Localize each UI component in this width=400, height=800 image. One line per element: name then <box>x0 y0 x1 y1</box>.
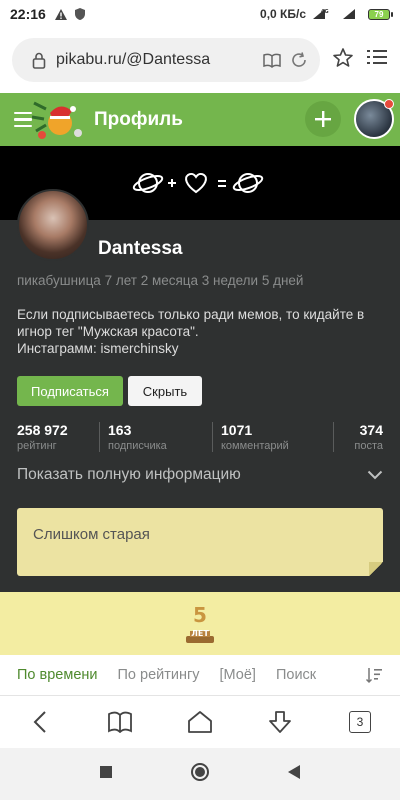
status-time: 22:16 <box>10 6 46 22</box>
browser-toolbar: pikabu.ru/@Dantessa <box>0 28 400 92</box>
home-icon[interactable] <box>180 702 220 742</box>
holiday-logo-icon[interactable] <box>31 95 88 150</box>
stat-value: 258 972 <box>17 422 68 438</box>
stat-value: 163 <box>108 422 132 438</box>
subscribe-button[interactable]: Подписаться <box>17 376 123 406</box>
add-post-button[interactable] <box>305 101 341 137</box>
tabs-button[interactable]: 3 <box>340 702 380 742</box>
stat-label: подписчика <box>108 440 167 452</box>
bio-instagram: Инстаграмм: ismerchinsky <box>17 341 179 356</box>
stat-rating: 258 972 рейтинг <box>17 422 99 452</box>
award-number: 5 <box>193 603 207 627</box>
bookmarks-icon[interactable] <box>100 702 140 742</box>
battery-indicator: 79 <box>368 8 393 20</box>
stat-label: комментарий <box>221 440 289 452</box>
bio-text: Если подписываетесь только ради мемов, т… <box>17 307 365 339</box>
sort-tabs: По времени По рейтингу [Моё] Поиск <box>0 655 400 695</box>
note-text: Слишком старая <box>33 526 150 543</box>
chevron-down-icon <box>367 470 383 480</box>
url-text[interactable]: pikabu.ru/@Dantessa <box>56 51 254 69</box>
profile-bio: Если подписываетесь только ради мемов, т… <box>17 306 382 357</box>
tab-search[interactable]: Поиск <box>276 667 316 683</box>
stat-subscribers[interactable]: 163 подписчика <box>99 422 212 452</box>
plus-icon <box>315 111 331 127</box>
warning-icon <box>54 8 68 21</box>
reader-mode-icon[interactable] <box>262 52 282 68</box>
lock-icon[interactable] <box>32 52 46 69</box>
page-title: Профиль <box>94 108 183 130</box>
stat-posts[interactable]: 374 поста <box>333 422 383 452</box>
status-bar: 22:16 0,0 КБ/с 4G 79 <box>0 0 400 28</box>
show-full-info-toggle[interactable]: Показать полную информацию <box>17 466 383 484</box>
tab-by-rating[interactable]: По рейтингу <box>118 667 200 683</box>
tab-by-time[interactable]: По времени <box>17 667 98 683</box>
note-fold <box>369 562 383 576</box>
recent-apps-icon[interactable] <box>99 765 113 784</box>
signal-icon: 4G <box>312 8 330 20</box>
star-icon[interactable] <box>332 47 354 74</box>
signal-bars-icon <box>342 8 356 20</box>
profile-avatar[interactable] <box>17 189 89 261</box>
reload-icon[interactable] <box>290 51 308 69</box>
address-bar[interactable]: pikabu.ru/@Dantessa <box>12 38 320 82</box>
profile-card: Dantessa пикабушница 7 лет 2 месяца 3 не… <box>0 189 400 592</box>
stat-label: поста <box>354 440 383 452</box>
tab-mine[interactable]: [Моё] <box>220 667 256 683</box>
android-back-icon[interactable] <box>287 764 301 785</box>
sort-order-icon[interactable] <box>365 666 383 684</box>
show-full-info-label: Показать полную информацию <box>17 466 241 483</box>
stat-comments[interactable]: 1071 комментарий <box>212 422 333 452</box>
android-home-icon[interactable] <box>190 762 210 787</box>
award-bar: 5 ЛЕТ <box>0 592 400 655</box>
planet-heart-banner-icon <box>132 172 264 194</box>
five-years-award-icon[interactable]: 5 ЛЕТ <box>180 602 220 646</box>
stat-value: 374 <box>359 422 383 438</box>
download-icon[interactable] <box>260 702 300 742</box>
hide-button[interactable]: Скрыть <box>128 376 202 406</box>
tabs-count: 3 <box>349 710 371 733</box>
stat-label: рейтинг <box>17 440 57 452</box>
site-header: Профиль <box>0 93 400 146</box>
android-nav-bar <box>0 748 400 800</box>
profile-username: Dantessa <box>98 238 183 259</box>
profile-note[interactable]: Слишком старая <box>17 508 383 576</box>
network-speed: 0,0 КБ/с <box>260 7 306 21</box>
svg-text:4G: 4G <box>321 9 329 15</box>
stat-value: 1071 <box>221 422 253 438</box>
shield-icon <box>74 7 86 21</box>
menu-list-icon[interactable] <box>366 47 388 74</box>
back-icon[interactable] <box>20 702 60 742</box>
profile-stats: 258 972 рейтинг 163 подписчика 1071 комм… <box>17 422 383 452</box>
notification-dot <box>384 99 394 109</box>
browser-bottom-nav: 3 <box>0 695 400 747</box>
award-label: ЛЕТ <box>191 629 209 638</box>
profile-since: пикабушница 7 лет 2 месяца 3 недели 5 дн… <box>17 273 304 288</box>
